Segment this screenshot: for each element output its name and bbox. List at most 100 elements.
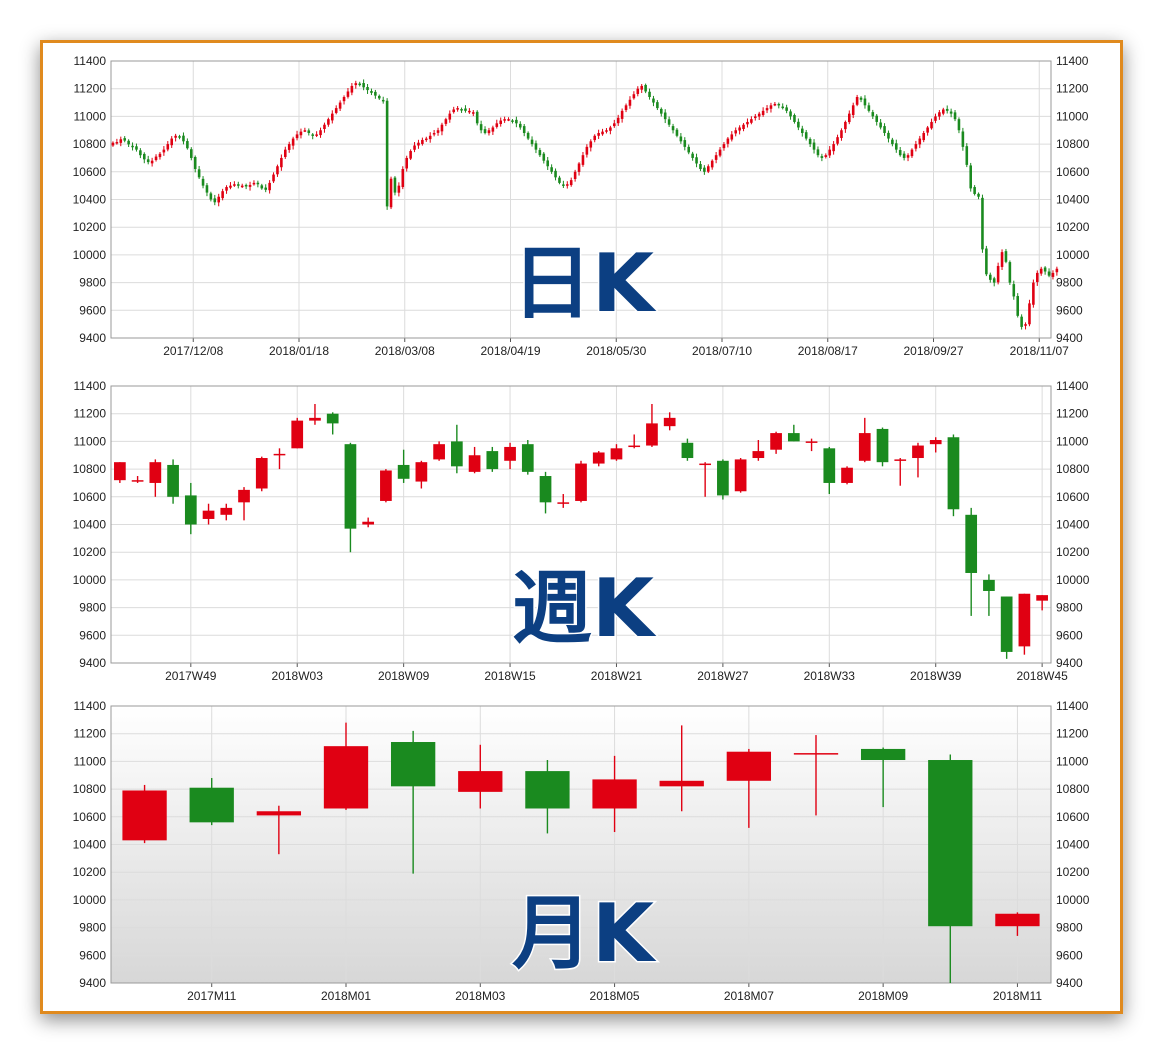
candle-body xyxy=(1036,595,1048,601)
candle xyxy=(841,466,853,485)
candle-body xyxy=(283,149,287,157)
candle-body xyxy=(1047,271,1051,276)
y-tick-label-left: 10400 xyxy=(73,193,107,207)
y-tick-label-right: 10800 xyxy=(1056,137,1090,151)
candle-body xyxy=(255,458,268,489)
candle-body xyxy=(346,91,350,97)
x-tick-label: 2018M07 xyxy=(724,989,774,1003)
candle-body xyxy=(841,467,853,483)
candle-body xyxy=(193,156,197,170)
x-tick-label: 2018W15 xyxy=(484,669,536,683)
candle-body xyxy=(1016,296,1020,316)
candle-body xyxy=(413,145,416,150)
candle-body xyxy=(217,196,221,203)
candle-body xyxy=(397,185,401,193)
y-tick-label-right: 10400 xyxy=(1056,193,1090,207)
candle-body xyxy=(539,476,552,503)
candle-body xyxy=(291,420,304,449)
candle-body xyxy=(1035,272,1039,283)
candle-body xyxy=(828,149,832,156)
y-tick-label-left: 9600 xyxy=(79,948,106,962)
chart-panel-3: 9400 9400 9600 9600 9800 9800 10000 10000 10200 1… xyxy=(73,699,1090,1003)
candle xyxy=(1028,299,1031,327)
y-tick-label-left: 10000 xyxy=(73,573,107,587)
y-tick-label-left: 10000 xyxy=(73,893,107,907)
candle-body xyxy=(797,121,800,128)
candle-body xyxy=(483,129,487,134)
candle-body xyxy=(401,169,405,188)
candle xyxy=(1000,249,1004,270)
candle-body xyxy=(659,780,704,787)
candle-body xyxy=(945,108,949,111)
candle-body xyxy=(876,428,889,463)
candle xyxy=(981,194,984,253)
candle-body xyxy=(902,153,906,158)
candle-body xyxy=(550,167,553,172)
y-tick-label-left: 9800 xyxy=(79,601,106,615)
candle-body xyxy=(681,442,694,459)
x-tick-label: 2018W39 xyxy=(910,669,962,683)
candle-body xyxy=(260,185,264,189)
candle-body xyxy=(538,150,542,156)
candle-body xyxy=(1020,316,1023,327)
x-tick-label: 2018W27 xyxy=(697,669,749,683)
candle-body xyxy=(499,120,503,125)
candle-body xyxy=(953,112,957,120)
x-tick-label: 2018M11 xyxy=(993,989,1042,1003)
candle xyxy=(291,417,304,449)
chart-label: 月K xyxy=(512,887,657,980)
y-tick-label-right: 11200 xyxy=(1056,407,1089,421)
candle-body xyxy=(114,462,126,481)
candle-body xyxy=(699,463,712,466)
candle-body xyxy=(640,85,644,90)
candle-body xyxy=(209,193,213,200)
candle-body xyxy=(115,142,119,144)
y-tick-label-left: 11400 xyxy=(74,699,107,713)
candle-body xyxy=(663,417,676,427)
candle-body xyxy=(592,779,637,809)
candle xyxy=(1055,266,1059,276)
candle-body xyxy=(273,453,286,456)
candle-body xyxy=(914,144,918,149)
candle-body xyxy=(397,464,410,479)
candle-body xyxy=(1039,268,1043,274)
candle-body xyxy=(530,139,534,145)
candle-body xyxy=(742,124,745,130)
chart-frame: 9400 9400 9600 9600 9800 9800 10000 10000 10200 1… xyxy=(40,40,1123,1014)
candle-body xyxy=(452,109,456,113)
candle-body xyxy=(1024,324,1027,326)
y-tick-label-left: 10600 xyxy=(73,165,107,179)
candle-body xyxy=(969,165,973,189)
candle-body xyxy=(393,177,397,193)
x-tick-label: 2017/12/08 xyxy=(163,344,223,358)
candle-body xyxy=(390,742,436,787)
x-tick-label: 2018W03 xyxy=(272,669,324,683)
candle-body xyxy=(131,145,134,148)
candle-body xyxy=(777,103,781,106)
candle xyxy=(433,441,445,461)
candle-body xyxy=(787,433,800,442)
candle-body xyxy=(366,87,369,91)
candle-body xyxy=(557,502,570,504)
candle-body xyxy=(409,151,412,159)
x-tick-label: 2018/01/18 xyxy=(269,344,329,358)
y-tick-label-right: 9800 xyxy=(1056,276,1083,290)
y-tick-label-left: 9800 xyxy=(79,921,106,935)
candle-body xyxy=(687,146,691,153)
candle-body xyxy=(309,417,321,421)
y-tick-label-right: 10200 xyxy=(1056,865,1090,879)
candle-body xyxy=(988,274,992,280)
y-tick-label-left: 10200 xyxy=(73,545,107,559)
candle-body xyxy=(918,138,922,145)
candle-body xyxy=(534,143,538,150)
candle-body xyxy=(139,150,142,156)
candle-body xyxy=(389,178,393,208)
x-tick-label: 2018W21 xyxy=(591,669,643,683)
candle-body xyxy=(804,132,808,139)
candle-body xyxy=(515,119,518,124)
candle-body xyxy=(752,451,765,459)
candle-body xyxy=(464,108,467,111)
candle-body xyxy=(565,184,569,186)
candle-body xyxy=(344,444,357,529)
candle-body xyxy=(934,116,937,121)
